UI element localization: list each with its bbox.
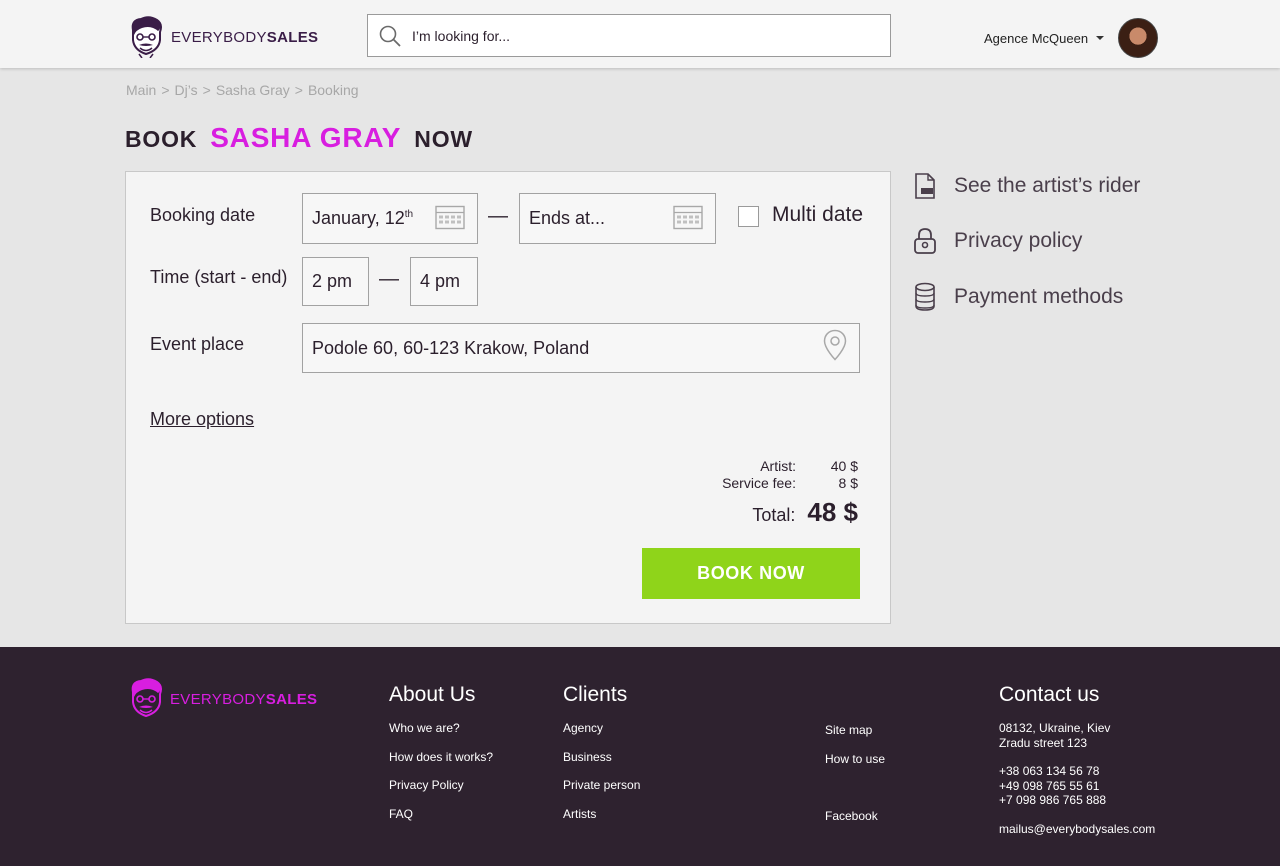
logo[interactable]: EVERYBODYSALES	[127, 16, 318, 58]
contact-address-line-1: 08132, Ukraine, Kiev	[999, 721, 1111, 735]
calendar-icon[interactable]	[673, 203, 703, 234]
header: EVERYBODYSALES Agence McQueen	[0, 0, 1280, 68]
logo-face-icon	[131, 678, 162, 718]
logo-face-icon	[131, 16, 162, 58]
privacy-policy-label[interactable]: Privacy policy	[954, 229, 1082, 253]
footer-contact-title: Contact us	[999, 683, 1100, 706]
date-end-placeholder: Ends at...	[529, 208, 606, 228]
footer-clients-title: Clients	[563, 683, 628, 706]
service-fee-value: 8 $	[838, 475, 858, 491]
artist-price-label: Artist:	[760, 458, 796, 474]
footer-link-who-we-are[interactable]: Who we are?	[389, 721, 493, 750]
contact-email[interactable]: mailus@everybodysales.com	[999, 822, 1155, 837]
booking-date-label: Booking date	[150, 205, 256, 225]
breadcrumb-separator: >	[294, 82, 303, 98]
total-row: Total: 48 $	[752, 497, 858, 528]
title-suffix: NOW	[414, 126, 473, 152]
footer-link-agency[interactable]: Agency	[563, 721, 640, 750]
page-title: BOOK SASHA GRAY NOW	[125, 122, 473, 154]
footer-link-how-to-use[interactable]: How to use	[825, 752, 885, 781]
time-range-dash: —	[379, 268, 399, 290]
breadcrumb-djs[interactable]: Dj’s	[175, 82, 198, 98]
date-end-field[interactable]: Ends at...	[519, 193, 716, 244]
title-prefix: BOOK	[125, 126, 198, 152]
contact-phone-1: +38 063 134 56 78	[999, 764, 1100, 778]
time-start-value: 2 pm	[312, 271, 353, 291]
search-box[interactable]	[367, 14, 891, 57]
footer-logo-text: EVERYBODYSALES	[170, 690, 318, 708]
footer: EVERYBODYSALES About Us Who we are? How …	[0, 647, 1280, 866]
location-pin-icon[interactable]	[823, 329, 847, 367]
footer-link-site-map[interactable]: Site map	[825, 723, 885, 752]
calendar-icon[interactable]	[435, 203, 465, 234]
artist-rider-label[interactable]: See the artist’s rider	[954, 174, 1140, 198]
date-start-field[interactable]: January, 12th	[302, 193, 478, 244]
footer-link-facebook[interactable]: Facebook	[825, 809, 885, 838]
footer-clients-column: Clients Agency Business Private person A…	[563, 683, 640, 836]
breadcrumb-separator: >	[202, 82, 211, 98]
payment-methods-link[interactable]: Payment methods	[912, 282, 1123, 311]
time-end-field[interactable]: 4 pm	[410, 257, 478, 306]
time-start-field[interactable]: 2 pm	[302, 257, 369, 306]
footer-link-faq[interactable]: FAQ	[389, 807, 493, 836]
service-fee-label: Service fee:	[722, 475, 796, 491]
total-label: Total:	[752, 505, 796, 525]
pdf-file-icon	[912, 172, 937, 200]
contact-phone-3: +7 098 986 765 888	[999, 793, 1107, 807]
date-start-value: January, 12th	[312, 208, 414, 228]
event-place-label: Event place	[150, 334, 245, 354]
search-icon[interactable]	[368, 15, 412, 56]
date-range-dash: —	[488, 205, 508, 227]
multi-date-checkbox[interactable]	[738, 206, 759, 227]
footer-logo[interactable]: EVERYBODYSALES	[127, 678, 317, 720]
privacy-policy-link[interactable]: Privacy policy	[912, 227, 1082, 255]
event-place-value: Podole 60, 60-123 Krakow, Poland	[312, 337, 590, 358]
title-artist: SASHA GRAY	[210, 122, 402, 153]
artist-price-value: 40 $	[830, 458, 858, 474]
footer-about-column: About Us Who we are? How does it works? …	[389, 683, 493, 836]
contact-address-line-2: Zradu street 123	[999, 735, 1088, 750]
breadcrumb-separator: >	[161, 82, 170, 98]
footer-link-how-it-works[interactable]: How does it works?	[389, 750, 493, 779]
footer-contact-column: Contact us 08132, Ukraine, Kiev Zradu st…	[999, 683, 1155, 836]
service-fee-row: Service fee: 8 $	[722, 475, 858, 491]
footer-about-title: About Us	[389, 683, 476, 706]
breadcrumb-current: Booking	[307, 82, 359, 98]
time-label: Time (start - end)	[150, 267, 288, 287]
artist-price-row: Artist: 40 $	[760, 458, 858, 474]
booking-form: Booking date January, 12th — Ends at... …	[125, 171, 891, 624]
search-input[interactable]	[412, 27, 852, 44]
footer-misc-column: Site map How to use Facebook	[825, 723, 885, 838]
book-now-button[interactable]: BOOK NOW	[642, 548, 860, 599]
event-place-field[interactable]: Podole 60, 60-123 Krakow, Poland	[302, 323, 860, 373]
footer-link-artists[interactable]: Artists	[563, 807, 640, 836]
logo-text: EVERYBODYSALES	[171, 28, 319, 46]
breadcrumb-artist[interactable]: Sasha Gray	[216, 82, 290, 98]
payment-methods-label[interactable]: Payment methods	[954, 285, 1123, 309]
lock-icon	[912, 227, 937, 255]
breadcrumb: Main > Dj’s > Sasha Gray > Booking	[126, 82, 359, 98]
contact-phone-2: +49 098 765 55 61	[999, 778, 1100, 793]
account-name[interactable]: Agence McQueen	[984, 31, 1088, 46]
total-value: 48 $	[807, 497, 858, 527]
more-options-link[interactable]: More options	[150, 409, 254, 430]
coins-icon	[912, 282, 937, 311]
artist-rider-link[interactable]: See the artist’s rider	[912, 172, 1140, 200]
footer-link-privacy-policy[interactable]: Privacy Policy	[389, 778, 493, 807]
time-end-value: 4 pm	[420, 271, 461, 291]
multi-date-label[interactable]: Multi date	[772, 203, 863, 227]
avatar[interactable]	[1118, 18, 1159, 58]
footer-link-private-person[interactable]: Private person	[563, 778, 640, 807]
account-menu[interactable]: Agence McQueen	[984, 18, 1159, 58]
footer-link-business[interactable]: Business	[563, 750, 640, 779]
breadcrumb-main[interactable]: Main	[126, 82, 156, 98]
chevron-down-icon[interactable]	[1096, 36, 1105, 40]
